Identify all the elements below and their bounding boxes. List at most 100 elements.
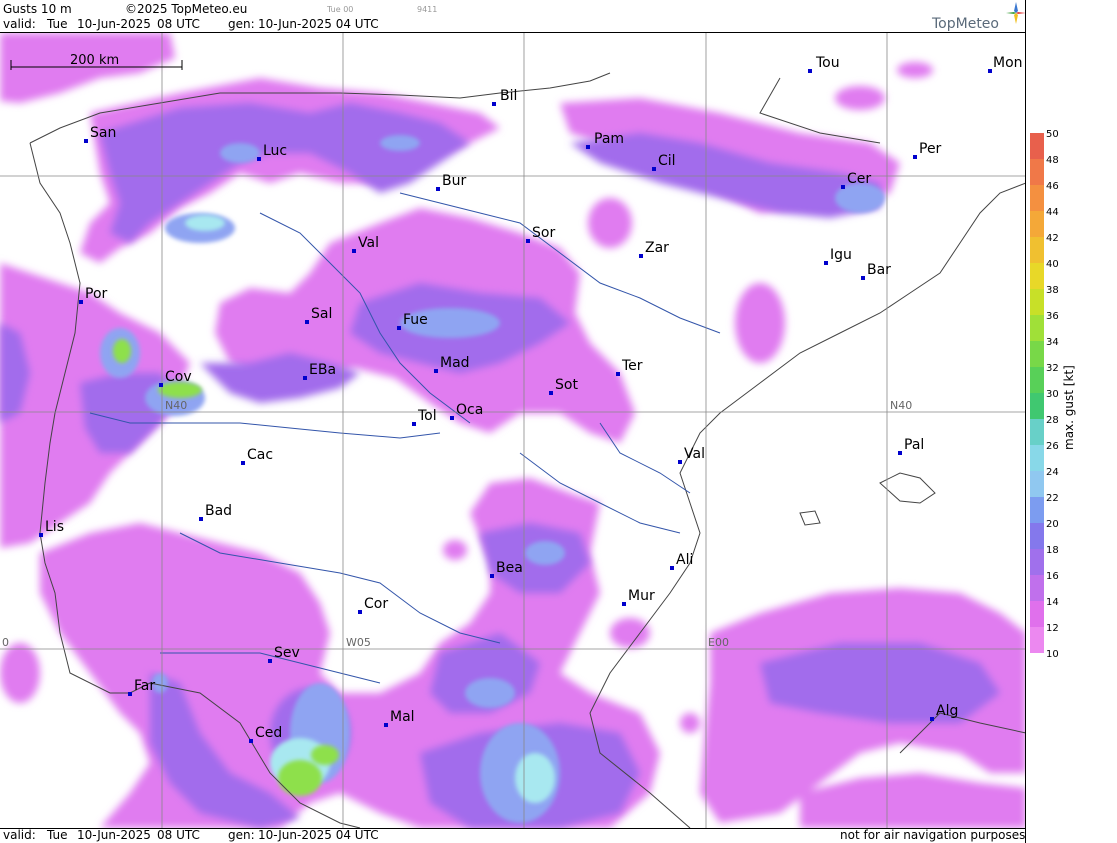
city-label-ali: Ali <box>676 552 693 568</box>
city-marker-igu <box>824 261 828 265</box>
city-label-cil: Cil <box>658 153 676 169</box>
city-marker-cil <box>652 167 656 171</box>
city-marker-por <box>79 300 83 304</box>
legend-tick: 24 <box>1046 467 1059 478</box>
city-label-luc: Luc <box>263 143 287 159</box>
city-label-pam: Pam <box>594 131 624 147</box>
legend-tick: 22 <box>1046 493 1059 504</box>
legend-swatch <box>1030 575 1044 601</box>
city-marker-sal <box>305 320 309 324</box>
city-label-oca: Oca <box>456 402 483 418</box>
city-label-mur: Mur <box>628 588 655 604</box>
city-marker-sev <box>268 659 272 663</box>
city-marker-cov <box>159 383 163 387</box>
copyright-text: ©2025 TopMeteo.eu <box>125 2 248 16</box>
city-marker-lis <box>39 533 43 537</box>
city-marker-fue <box>397 326 401 330</box>
legend-tick: 12 <box>1046 623 1059 634</box>
city-marker-pam <box>586 145 590 149</box>
scale-bar-label: 200 km <box>70 53 119 68</box>
legend-swatch <box>1030 341 1044 367</box>
city-marker-oca <box>450 416 454 420</box>
gust-map[interactable]: N40 N40 W05 E00 0 200 km Bil Tou Mon San Pam… <box>0 33 1026 828</box>
city-marker-mon <box>988 69 992 73</box>
legend-tick: 42 <box>1046 233 1059 244</box>
legend-swatch <box>1030 471 1044 497</box>
city-marker-san <box>84 139 88 143</box>
legend-tick: 50 <box>1046 129 1059 140</box>
city-marker-cor <box>358 610 362 614</box>
city-marker-ali <box>670 566 674 570</box>
legend-swatch <box>1030 159 1044 185</box>
valid-time: 08 UTC <box>157 17 200 31</box>
footer-valid-date: 10-Jun-2025 <box>77 828 151 842</box>
legend-tick: 38 <box>1046 285 1059 296</box>
lon-label-e00: E00 <box>708 636 729 649</box>
city-marker-tou <box>808 69 812 73</box>
city-marker-luc <box>257 157 261 161</box>
city-label-mon: Mon <box>993 55 1023 71</box>
lat-label-n40-left: N40 <box>165 399 187 412</box>
lon-label-w05: W05 <box>346 636 371 649</box>
footer-gen-label: gen: <box>228 828 255 842</box>
topmeteo-logo[interactable]: TopMeteo <box>920 2 1026 32</box>
city-marker-per <box>913 155 917 159</box>
city-marker-mal <box>384 723 388 727</box>
city-marker-zar <box>639 254 643 258</box>
footer-valid-day: Tue <box>47 828 68 842</box>
city-label-cac: Cac <box>247 447 273 463</box>
legend-swatch <box>1030 237 1044 263</box>
city-label-sor: Sor <box>532 225 555 241</box>
city-marker-sot <box>549 391 553 395</box>
legend-tick: 16 <box>1046 571 1059 582</box>
legend-swatch <box>1030 549 1044 575</box>
legend-tick: 34 <box>1046 337 1059 348</box>
city-marker-mur <box>622 602 626 606</box>
city-label-bea: Bea <box>496 560 523 576</box>
city-marker-pal <box>898 451 902 455</box>
footer-gen-value: 10-Jun-2025 04 UTC <box>258 828 379 842</box>
legend-tick: 26 <box>1046 441 1059 452</box>
city-label-mad: Mad <box>440 355 470 371</box>
footer-valid-time: 08 UTC <box>157 828 200 842</box>
legend-swatch <box>1030 185 1044 211</box>
legend-tick: 20 <box>1046 519 1059 530</box>
city-marker-eba <box>303 376 307 380</box>
city-marker-bar <box>861 276 865 280</box>
color-legend <box>1030 133 1044 655</box>
station-code-label: 9411 <box>417 5 438 14</box>
valid-label: valid: <box>3 17 36 31</box>
city-marker-val1 <box>352 249 356 253</box>
legend-swatch <box>1030 497 1044 523</box>
city-label-bar: Bar <box>867 262 891 278</box>
legend-tick: 48 <box>1046 155 1059 166</box>
city-label-mal: Mal <box>390 709 415 725</box>
valid-day: Tue <box>47 17 68 31</box>
city-marker-bea <box>490 574 494 578</box>
legend-tick: 28 <box>1046 415 1059 426</box>
city-label-bur: Bur <box>442 173 466 189</box>
legend-swatch <box>1030 445 1044 471</box>
logo-text: TopMeteo <box>932 16 999 32</box>
city-label-per: Per <box>919 141 942 157</box>
city-marker-tol <box>412 422 416 426</box>
legend-tick: 10 <box>1046 649 1059 660</box>
legend-tick: 36 <box>1046 311 1059 322</box>
city-label-fue: Fue <box>403 312 428 328</box>
city-label-cov: Cov <box>165 369 192 385</box>
legend-tick: 30 <box>1046 389 1059 400</box>
city-label-val2: Val <box>684 446 705 462</box>
city-marker-bur <box>436 187 440 191</box>
map-title: Gusts 10 m <box>3 2 72 16</box>
city-marker-mad <box>434 369 438 373</box>
legend-swatch <box>1030 289 1044 315</box>
legend-tick: 14 <box>1046 597 1059 608</box>
city-label-ced: Ced <box>255 725 282 741</box>
city-marker-val2 <box>678 460 682 464</box>
city-label-tou: Tou <box>815 55 840 71</box>
city-label-sot: Sot <box>555 377 578 393</box>
city-marker-far <box>128 692 132 696</box>
legend-tick: 44 <box>1046 207 1059 218</box>
legend-swatch <box>1030 133 1044 159</box>
legend-tick: 46 <box>1046 181 1059 192</box>
